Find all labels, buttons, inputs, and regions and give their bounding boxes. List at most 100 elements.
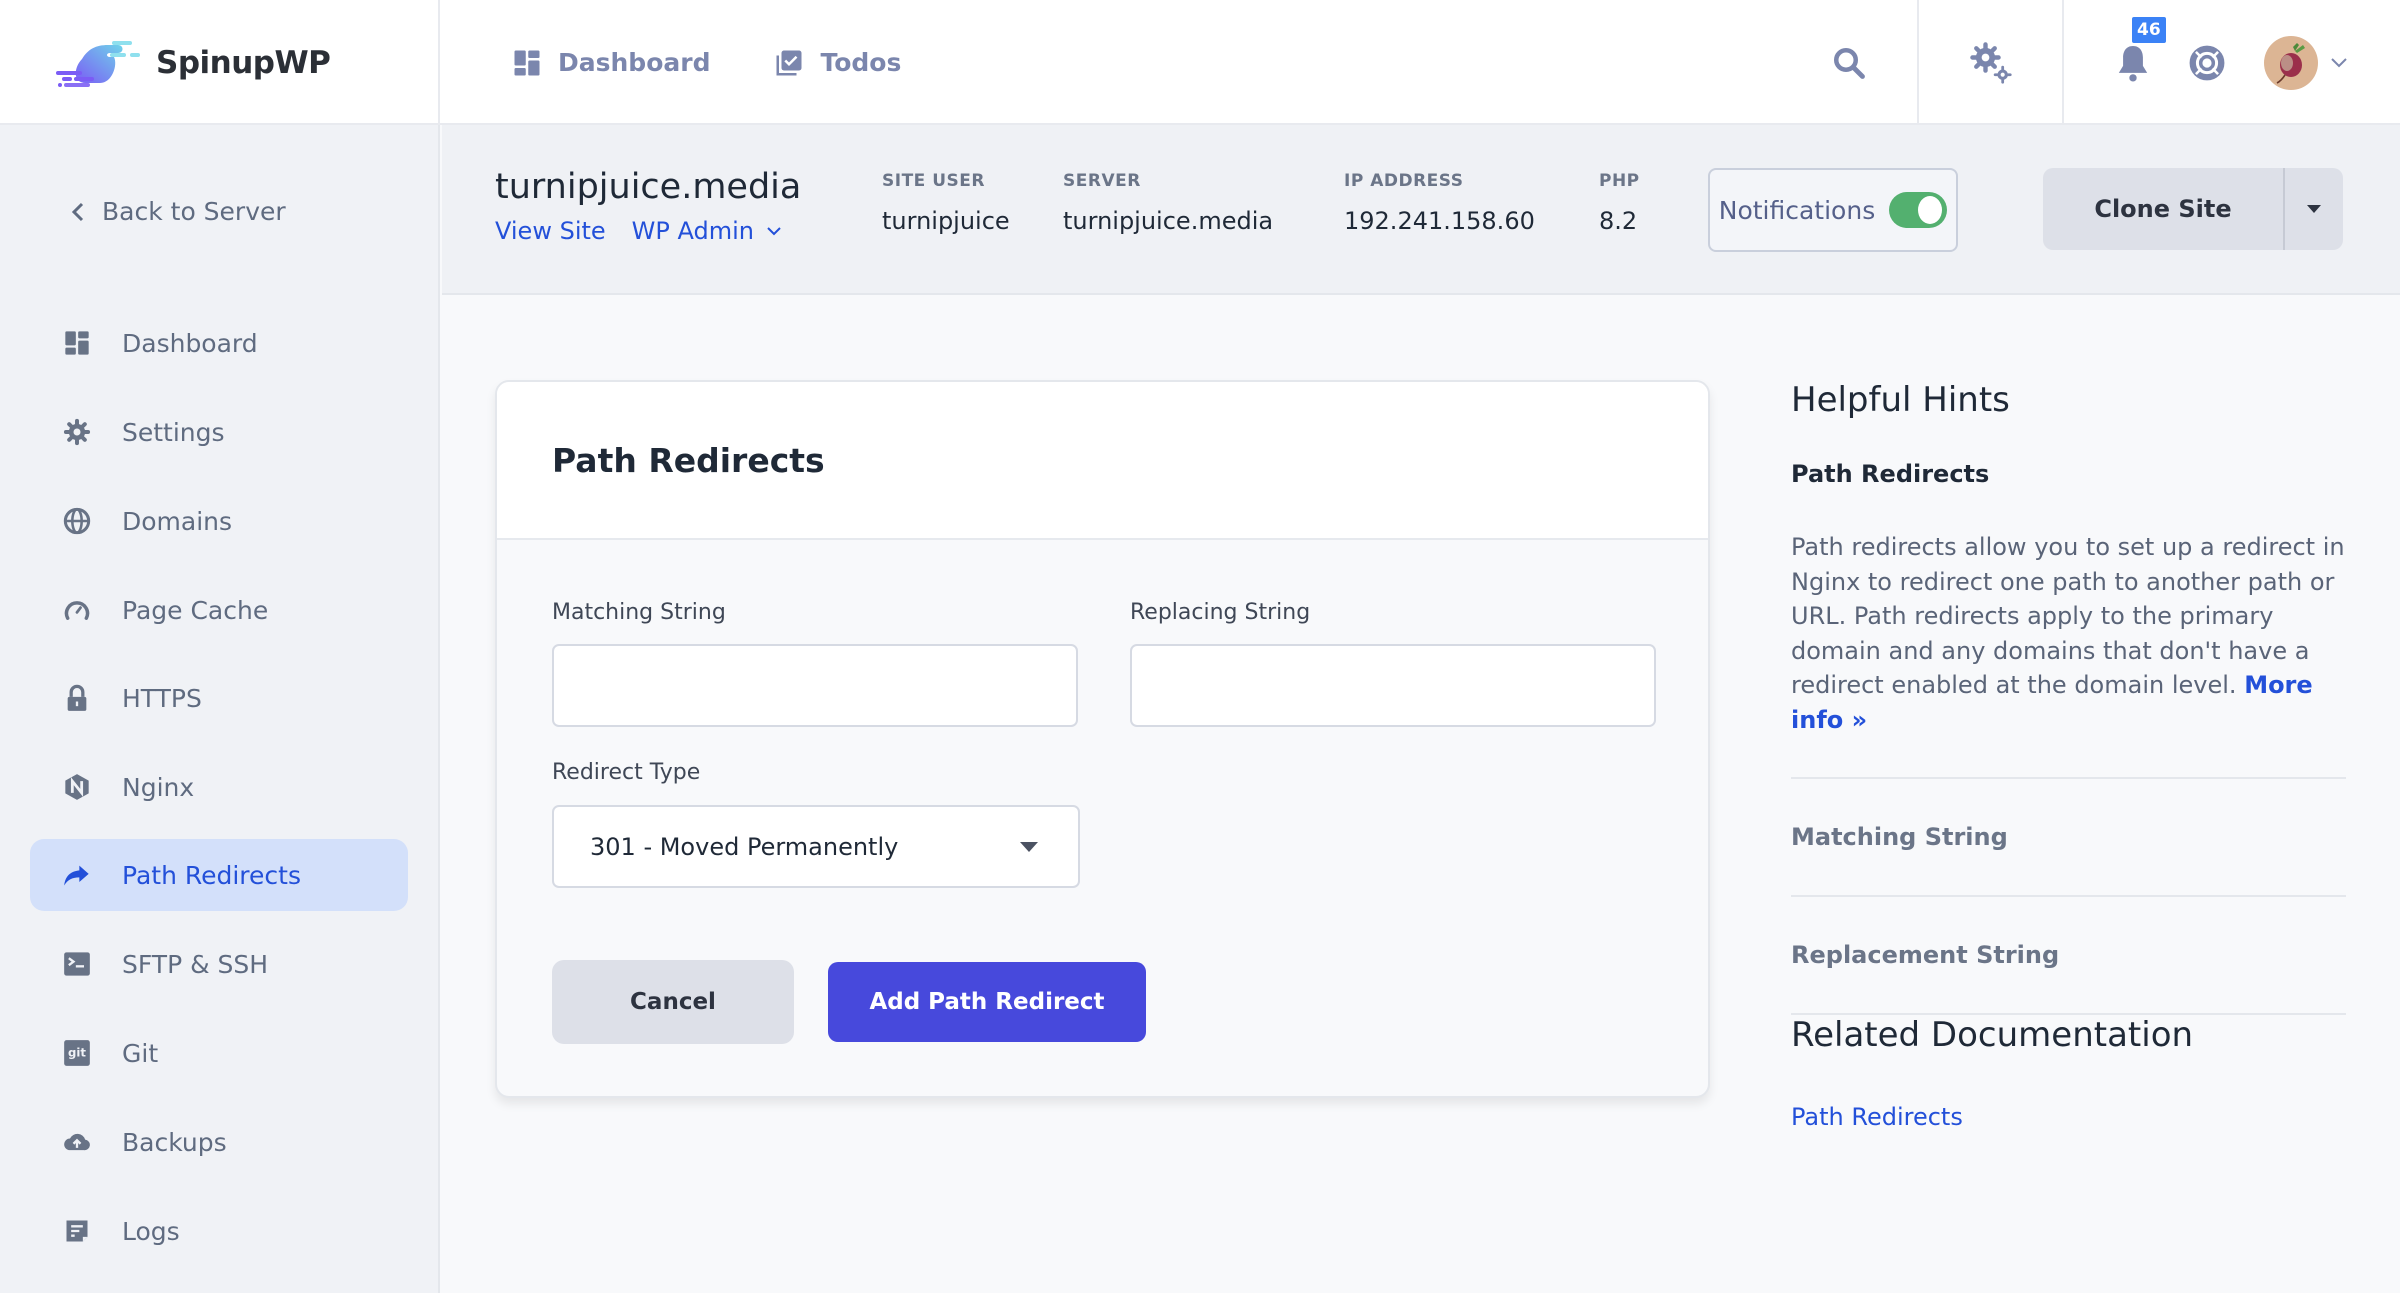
dashboard-icon bbox=[514, 50, 540, 75]
sidebar-item-label: Settings bbox=[122, 417, 225, 447]
avatar bbox=[2264, 35, 2318, 90]
sidebar-item-label: Domains bbox=[122, 506, 233, 536]
cancel-button[interactable]: Cancel bbox=[552, 960, 794, 1044]
todos-icon bbox=[776, 50, 802, 75]
top-nav: Dashboard Todos bbox=[512, 0, 901, 125]
sidebar-item-settings[interactable]: Settings bbox=[30, 396, 408, 468]
back-to-server-link[interactable]: Back to Server bbox=[70, 197, 286, 226]
wp-admin-dropdown[interactable]: WP Admin bbox=[632, 217, 782, 245]
help-button[interactable] bbox=[2188, 44, 2226, 82]
beet-avatar-icon bbox=[2276, 42, 2305, 84]
sidebar-item-sftp-ssh[interactable]: SFTP & SSH bbox=[30, 928, 408, 1000]
chevron-down-icon bbox=[767, 227, 781, 236]
git-icon: git bbox=[64, 1040, 90, 1066]
cloud-upload-icon bbox=[64, 1133, 90, 1151]
clone-site-button[interactable]: Clone Site bbox=[2043, 168, 2285, 250]
redirect-type-label: Redirect Type bbox=[552, 760, 701, 785]
gear-icon bbox=[63, 418, 91, 446]
settings-button[interactable] bbox=[1969, 41, 2013, 85]
spinupwp-logo-icon bbox=[56, 40, 140, 87]
meta-php: PHP 8.2 bbox=[1599, 171, 1640, 235]
topnav-dashboard[interactable]: Dashboard bbox=[512, 48, 710, 78]
sidebar-item-label: Path Redirects bbox=[122, 860, 301, 890]
redirect-type-value: 301 - Moved Permanently bbox=[590, 832, 899, 861]
notifications-button[interactable]: 46 bbox=[2116, 14, 2168, 83]
hints-subtitle: Path Redirects bbox=[1791, 460, 1990, 488]
nginx-icon bbox=[65, 774, 89, 800]
sidebar-item-label: Dashboard bbox=[122, 328, 258, 358]
clone-site-dropdown[interactable] bbox=[2285, 168, 2343, 250]
meta-site-user: SITE USER turnipjuice bbox=[882, 171, 1010, 235]
helpful-hints-panel: Helpful Hints Path Redirects Path redire… bbox=[1791, 380, 2346, 1131]
logs-icon bbox=[66, 1220, 88, 1242]
redirect-type-select[interactable]: 301 - Moved Permanently bbox=[552, 805, 1080, 888]
sidebar-item-label: Git bbox=[122, 1038, 159, 1068]
notifications-toggle-button[interactable]: Notifications bbox=[1708, 168, 1958, 252]
hints-title: Helpful Hints bbox=[1791, 380, 2010, 420]
caret-down-icon bbox=[1020, 841, 1038, 852]
dashboard-icon bbox=[65, 331, 89, 355]
hint-matching-string[interactable]: Matching String bbox=[1791, 777, 2346, 895]
sidebar: Back to Server Dashboard Settings Domain… bbox=[0, 125, 440, 1293]
view-site-link[interactable]: View Site bbox=[495, 217, 606, 245]
user-menu[interactable] bbox=[2264, 35, 2348, 90]
lock-icon bbox=[67, 684, 87, 711]
topnav-todos[interactable]: Todos bbox=[774, 48, 901, 78]
sidebar-item-label: Logs bbox=[122, 1216, 180, 1246]
gears-icon bbox=[1969, 41, 2012, 84]
add-path-redirect-button[interactable]: Add Path Redirect bbox=[828, 962, 1146, 1042]
top-bar: SpinupWP Dashboard Todos 46 bbox=[0, 0, 2400, 125]
sidebar-item-page-cache[interactable]: Page Cache bbox=[30, 574, 408, 646]
sidebar-item-label: Nginx bbox=[122, 772, 195, 802]
matching-string-label: Matching String bbox=[552, 600, 726, 625]
replacing-string-label: Replacing String bbox=[1130, 600, 1311, 625]
wp-admin-label: WP Admin bbox=[631, 217, 754, 245]
bell-icon bbox=[2118, 45, 2148, 82]
terminal-icon bbox=[64, 952, 90, 976]
related-docs-title: Related Documentation bbox=[1791, 1015, 2194, 1055]
sidebar-item-label: HTTPS bbox=[122, 683, 202, 713]
card-title: Path Redirects bbox=[552, 440, 825, 480]
sidebar-item-git[interactable]: git Git bbox=[30, 1017, 408, 1089]
chevron-left-icon bbox=[71, 202, 84, 221]
related-doc-link[interactable]: Path Redirects bbox=[1791, 1103, 2346, 1131]
gauge-icon bbox=[64, 601, 90, 620]
top-right-actions: 46 bbox=[1729, 0, 2400, 125]
sidebar-item-label: SFTP & SSH bbox=[122, 949, 269, 979]
sidebar-item-dashboard[interactable]: Dashboard bbox=[30, 307, 408, 379]
matching-string-input[interactable] bbox=[552, 644, 1078, 727]
notifications-label: Notifications bbox=[1718, 195, 1876, 225]
sidebar-item-backups[interactable]: Backups bbox=[30, 1106, 408, 1178]
sidebar-item-label: Backups bbox=[122, 1127, 227, 1157]
sidebar-item-path-redirects[interactable]: Path Redirects bbox=[30, 839, 408, 911]
lifebuoy-icon bbox=[2189, 45, 2225, 80]
hints-body: Path redirects allow you to set up a red… bbox=[1791, 530, 2346, 737]
svg-text:git: git bbox=[68, 1046, 86, 1060]
sidebar-item-https[interactable]: HTTPS bbox=[30, 662, 408, 734]
search-icon bbox=[1834, 47, 1865, 79]
site-title: turnipjuice.media bbox=[495, 167, 802, 207]
chevron-down-icon bbox=[2331, 57, 2347, 67]
notification-count-badge: 46 bbox=[2130, 14, 2168, 45]
replacing-string-input[interactable] bbox=[1130, 644, 1656, 727]
sidebar-item-nginx[interactable]: Nginx bbox=[30, 751, 408, 823]
sidebar-item-label: Page Cache bbox=[122, 595, 269, 625]
search-button[interactable] bbox=[1831, 45, 1867, 81]
topnav-todos-label: Todos bbox=[820, 48, 902, 77]
globe-icon bbox=[63, 507, 91, 535]
sidebar-item-logs[interactable]: Logs bbox=[30, 1195, 408, 1267]
meta-ip-address: IP ADDRESS 192.241.158.60 bbox=[1344, 171, 1535, 235]
share-arrow-icon bbox=[64, 865, 89, 886]
site-header: turnipjuice.media View Site WP Admin SIT… bbox=[442, 125, 2400, 295]
notifications-toggle[interactable] bbox=[1889, 192, 1948, 228]
hint-replacement-string[interactable]: Replacement String bbox=[1791, 895, 2346, 1013]
clone-site-group: Clone Site bbox=[2043, 168, 2343, 250]
app-name: SpinupWP bbox=[156, 44, 331, 81]
logo[interactable]: SpinupWP bbox=[0, 0, 440, 125]
meta-server: SERVER turnipjuice.media bbox=[1063, 171, 1274, 235]
sidebar-item-domains[interactable]: Domains bbox=[30, 485, 408, 557]
topnav-dashboard-label: Dashboard bbox=[558, 48, 711, 77]
back-to-server-label: Back to Server bbox=[102, 197, 286, 226]
caret-down-icon bbox=[2307, 205, 2321, 213]
path-redirects-card: Path Redirects Matching String Replacing… bbox=[495, 380, 1710, 1098]
